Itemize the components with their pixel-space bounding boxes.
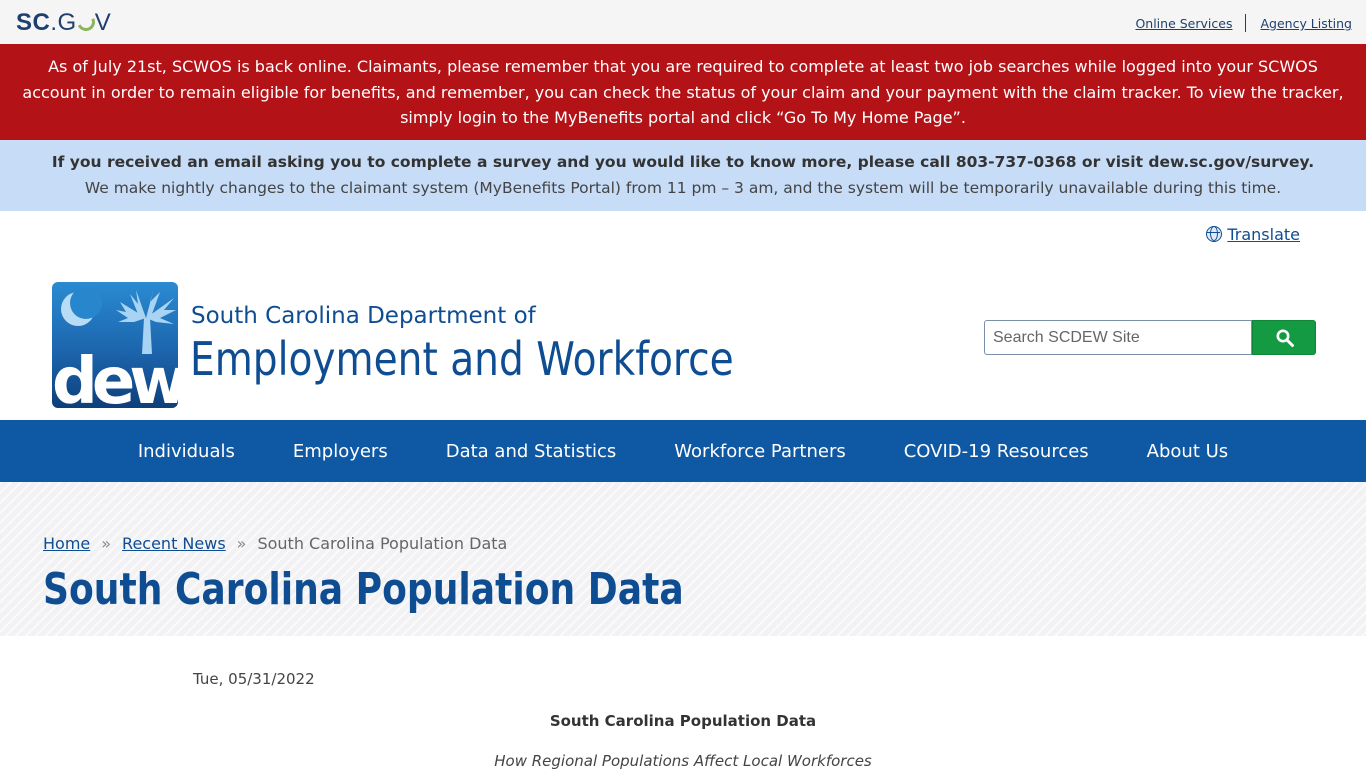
search-icon [1276,329,1294,347]
alert-banner-red: As of July 21st, SCWOS is back online. C… [0,44,1366,140]
scgov-logo-sc: SC [16,9,51,36]
top-links: Online Services Agency Listing [1135,14,1352,32]
dept-name-large[interactable]: Employment and Workforce [190,332,734,386]
nav-item-employers[interactable]: Employers [264,441,417,462]
alert-survey-text: If you received an email asking you to c… [51,153,1315,171]
dew-logo-text: dew [52,345,178,408]
search-input[interactable] [984,320,1252,355]
globe-icon [1206,226,1223,242]
nav-item-workforce-partners[interactable]: Workforce Partners [645,441,874,462]
alert-banner-blue: If you received an email asking you to c… [0,140,1366,211]
breadcrumb-current: South Carolina Population Data [257,534,508,553]
breadcrumb-home-link[interactable]: Home [43,534,90,553]
breadcrumb-separator: » [236,534,247,553]
nav-item-about-us[interactable]: About Us [1118,441,1258,462]
page-header: Home » Recent News » South Carolina Populati… [0,482,1366,636]
nav-item-individuals[interactable]: Individuals [109,441,264,462]
article-date: Tue, 05/31/2022 [193,670,315,688]
scgov-logo[interactable]: SC.G V [16,10,111,36]
page-title: South Carolina Population Data [43,564,684,615]
nav-item-covid-19-resources[interactable]: COVID-19 Resources [875,441,1118,462]
agency-listing-link[interactable]: Agency Listing [1260,16,1352,31]
breadcrumb-separator: » [101,534,112,553]
link-divider [1245,14,1247,32]
crescent-moon-icon [61,287,102,326]
alert-red-text: As of July 21st, SCWOS is back online. C… [22,57,1344,127]
scgov-logo-g: G [57,9,77,36]
search-button[interactable] [1252,320,1316,355]
dept-name-small: South Carolina Department of [191,303,536,329]
alert-maintenance-text: We make nightly changes to the claimant … [84,179,1282,197]
article-title: South Carolina Population Data [549,712,817,730]
breadcrumb-recent-news-link[interactable]: Recent News [122,534,226,553]
top-bar: SC.G V Online Services Agency Listing [0,0,1366,44]
translate-label: Translate [1227,225,1300,244]
nav-item-data-and-statistics[interactable]: Data and Statistics [417,441,646,462]
scgov-logo-dot: . [50,9,58,36]
translate-link[interactable]: Translate [1206,225,1300,244]
article-subtitle: How Regional Populations Affect Local Wo… [494,752,872,770]
dew-logo[interactable]: dew [52,282,178,408]
scgov-logo-v: V [94,9,112,36]
breadcrumb: Home » Recent News » South Carolina Populati… [43,534,507,553]
main-nav: Individuals Employers Data and Statistic… [0,420,1366,482]
online-services-link[interactable]: Online Services [1135,16,1232,31]
